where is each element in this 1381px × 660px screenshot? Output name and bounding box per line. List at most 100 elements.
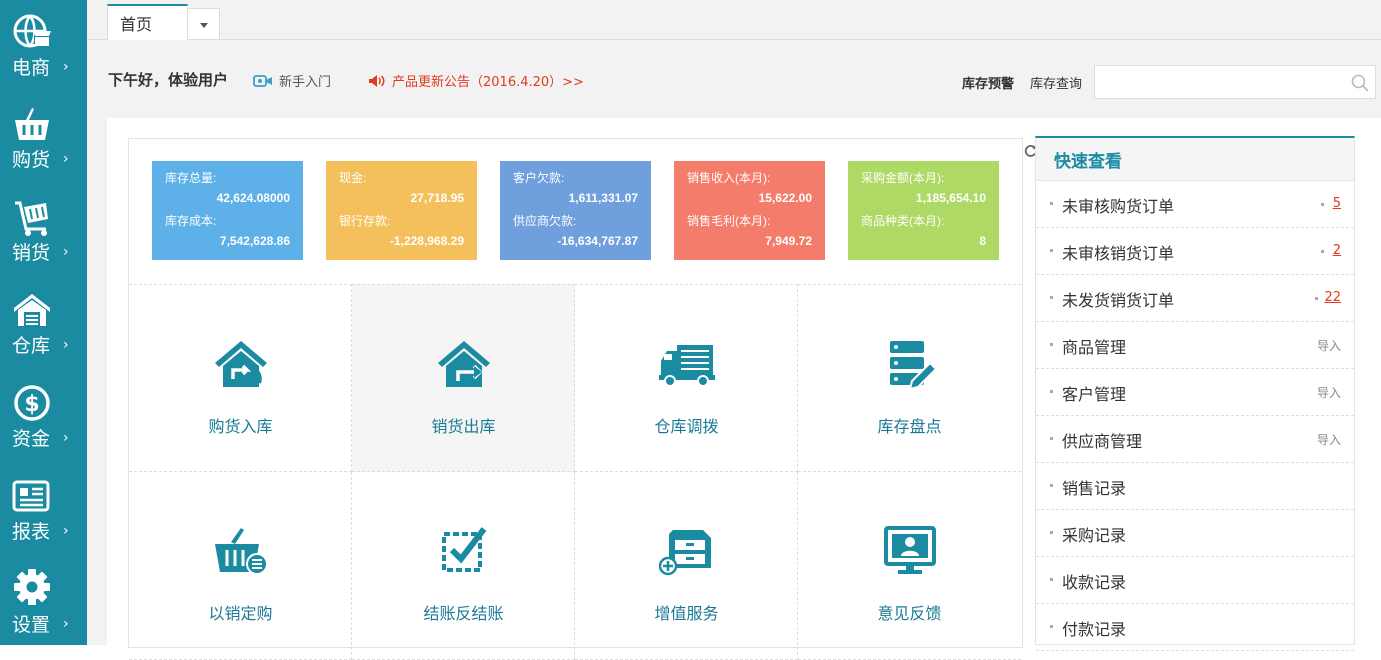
svg-text:$: $ <box>24 392 39 417</box>
bullet-icon <box>1050 390 1053 393</box>
nav-label: 购货 <box>12 149 51 171</box>
stock-search-box <box>1094 65 1376 99</box>
quick-view-title: 快速查看 <box>1036 138 1354 181</box>
truck-icon <box>659 339 715 389</box>
tile-warehouse-transfer[interactable]: 仓库调拨 <box>575 284 798 472</box>
nav-item-settings[interactable]: 设置 › <box>0 557 87 650</box>
tile-value-added-service[interactable]: 增值服务 <box>575 472 798 660</box>
search-icon[interactable] <box>1351 74 1369 92</box>
import-link[interactable]: 导入 <box>1317 384 1341 401</box>
quick-item-sales-records[interactable]: 销售记录 <box>1036 463 1354 510</box>
bullet-icon <box>1050 578 1053 581</box>
video-camera-icon <box>253 74 272 87</box>
tile-label: 增值服务 <box>654 604 719 623</box>
stat-value: 42,624.08000 <box>216 191 290 205</box>
bullet-icon <box>1321 203 1324 206</box>
purchase-inbound-icon <box>213 339 269 389</box>
quick-item-label: 收款记录 <box>1062 573 1127 592</box>
bullet-icon <box>1050 296 1053 299</box>
stat-value: -16,634,767.87 <box>557 234 638 248</box>
nav-label: 电商 <box>12 57 51 79</box>
stat-value: 8 <box>979 234 986 248</box>
stat-card-sales: 销售收入(本月): 15,622.00 销售毛利(本月): 7,949.72 <box>674 161 825 260</box>
stat-value: 27,718.95 <box>410 191 464 205</box>
chevron-right-icon: › <box>63 337 69 353</box>
stat-value: -1,228,968.29 <box>389 234 464 248</box>
tab-dropdown-button[interactable] <box>187 8 220 39</box>
nav-item-purchase[interactable]: 购货 › <box>0 92 87 185</box>
tile-inventory-check[interactable]: 库存盘点 <box>798 284 1021 472</box>
quick-item-unshipped-sales-orders[interactable]: 未发货销货订单 22 <box>1036 275 1354 322</box>
tile-purchase-inbound[interactable]: 购货入库 <box>129 284 352 472</box>
import-link[interactable]: 导入 <box>1317 337 1341 354</box>
stat-value: 7,542,628.86 <box>219 234 290 248</box>
cart-icon <box>12 197 52 237</box>
quick-item-label: 销售记录 <box>1062 479 1127 498</box>
guide-link[interactable]: 新手入门 <box>253 71 331 90</box>
chevron-right-icon: › <box>63 151 69 167</box>
stat-card-debts: 客户欠款: 1,611,331.07 供应商欠款: -16,634,767.87 <box>500 161 651 260</box>
stat-card-purchase: 采购金额(本月): 1,185,654.10 商品种类(本月): 8 <box>848 161 999 260</box>
greeting: 下午好，体验用户 <box>108 71 229 89</box>
bullet-icon <box>1050 249 1053 252</box>
quick-item-receipt-records[interactable]: 收款记录 <box>1036 557 1354 604</box>
nav-item-sales[interactable]: 销货 › <box>0 185 87 278</box>
content-area: 下午好，体验用户 新手入门 产品更新公告（2016.4.20）>> 库存预警 库… <box>87 40 1381 660</box>
tile-label: 结账反结账 <box>423 604 504 623</box>
quick-item-unreviewed-sales-orders[interactable]: 未审核销货订单 2 <box>1036 228 1354 275</box>
quick-item-label: 客户管理 <box>1062 385 1127 404</box>
nav-label: 设置 <box>12 614 51 636</box>
tile-label: 销货出库 <box>431 417 496 436</box>
tile-label: 意见反馈 <box>877 604 942 623</box>
quick-item-customer-management[interactable]: 客户管理 导入 <box>1036 369 1354 416</box>
quick-item-label: 商品管理 <box>1062 338 1127 357</box>
nav-item-ecommerce[interactable]: 电商 › <box>0 0 87 93</box>
nav-label: 报表 <box>12 521 51 543</box>
quick-item-payment-records[interactable]: 付款记录 <box>1036 604 1354 651</box>
quick-item-unreviewed-purchase-orders[interactable]: 未审核购货订单 5 <box>1036 181 1354 228</box>
stat-label: 销售毛利(本月): <box>687 214 771 228</box>
tile-sell-to-order[interactable]: 以销定购 <box>129 472 352 660</box>
sales-outbound-icon <box>436 339 492 389</box>
dollar-icon: $ <box>12 383 52 423</box>
stock-query-label: 库存查询 <box>1030 77 1083 92</box>
tile-feedback[interactable]: 意见反馈 <box>798 472 1021 660</box>
notice-link[interactable]: 产品更新公告（2016.4.20）>> <box>368 71 584 90</box>
bullet-icon <box>1321 250 1324 253</box>
tile-closing[interactable]: 结账反结账 <box>352 472 575 660</box>
import-link[interactable]: 导入 <box>1317 431 1341 448</box>
quick-item-supplier-management[interactable]: 供应商管理 导入 <box>1036 416 1354 463</box>
nav-item-warehouse[interactable]: 仓库 › <box>0 278 87 371</box>
quick-item-product-management[interactable]: 商品管理 导入 <box>1036 322 1354 369</box>
stat-label: 库存成本: <box>165 214 217 228</box>
basket-icon <box>12 104 52 144</box>
chevron-right-icon: › <box>63 523 69 539</box>
cabinet-plus-icon <box>659 526 715 576</box>
quick-item-count-link[interactable]: 2 <box>1333 243 1341 258</box>
notice-label: 产品更新公告（2016.4.20）>> <box>392 75 584 90</box>
nav-label: 仓库 <box>12 335 51 357</box>
quick-item-count-link[interactable]: 22 <box>1324 290 1341 305</box>
checkbox-icon <box>436 526 492 576</box>
quick-item-purchase-records[interactable]: 采购记录 <box>1036 510 1354 557</box>
bullet-icon <box>1050 625 1053 628</box>
bullet-icon <box>1050 202 1053 205</box>
stat-label: 银行存款: <box>339 214 391 228</box>
chevron-right-icon: › <box>63 430 69 446</box>
dashboard-box: 库存总量: 42,624.08000 库存成本: 7,542,628.86 现金… <box>128 138 1037 660</box>
basket-list-icon <box>213 526 269 576</box>
stock-search-input[interactable] <box>1095 66 1335 98</box>
chevron-right-icon: › <box>63 244 69 260</box>
quick-item-count-link[interactable]: 5 <box>1333 196 1341 211</box>
nav-label: 销货 <box>12 242 51 264</box>
stat-label: 供应商欠款: <box>513 214 577 228</box>
nav-item-funds[interactable]: $ 资金 › <box>0 371 87 464</box>
quick-item-label: 未审核销货订单 <box>1062 244 1175 263</box>
tile-sales-outbound[interactable]: 销货出库 <box>352 284 575 472</box>
globe-shop-icon <box>12 12 52 52</box>
quick-item-label: 未审核购货订单 <box>1062 197 1175 216</box>
stock-alert-link[interactable]: 库存预警 <box>962 73 1014 92</box>
nav-item-reports[interactable]: 报表 › <box>0 464 87 557</box>
tab-home[interactable]: 首页 <box>107 4 188 40</box>
bullet-icon <box>1050 531 1053 534</box>
